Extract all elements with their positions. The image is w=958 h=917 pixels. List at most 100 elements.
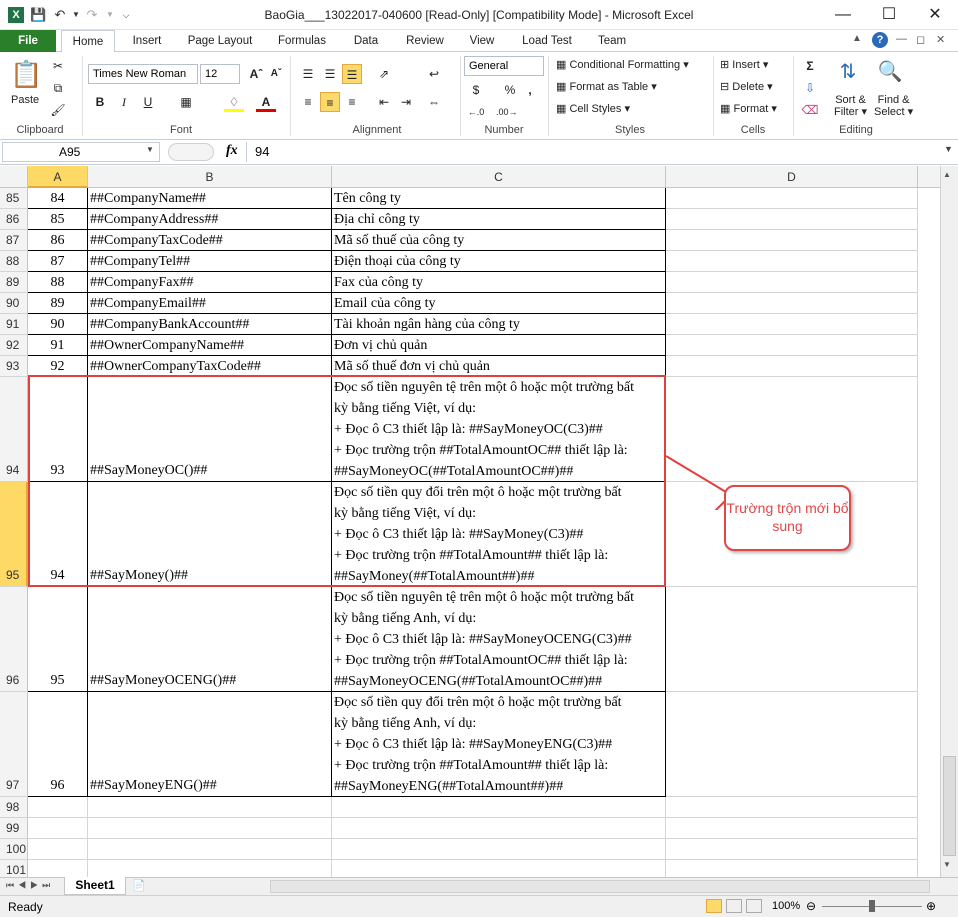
- row-header[interactable]: 99: [0, 818, 28, 839]
- tab-load-test[interactable]: Load Test: [512, 30, 582, 52]
- fill-color-icon[interactable]: ♢: [224, 92, 244, 112]
- tab-formulas[interactable]: Formulas: [270, 30, 334, 52]
- font-color-icon[interactable]: A: [256, 92, 276, 112]
- cell-a[interactable]: [28, 797, 88, 818]
- cell-c[interactable]: [332, 860, 666, 877]
- wrap-text-icon[interactable]: ↩: [424, 64, 444, 84]
- percent-button[interactable]: %: [500, 80, 520, 100]
- align-bottom-icon[interactable]: ☰: [342, 64, 362, 84]
- row-header[interactable]: 89: [0, 272, 28, 293]
- cell-d[interactable]: [666, 860, 918, 877]
- workbook-restore-icon[interactable]: ◻: [916, 33, 925, 46]
- name-box[interactable]: A95: [2, 142, 160, 162]
- cell-a[interactable]: 96: [28, 692, 88, 797]
- delete-cells-button[interactable]: ⊟ Delete ▾: [720, 80, 773, 93]
- cell-b[interactable]: [88, 797, 332, 818]
- cell-a[interactable]: 85: [28, 209, 88, 230]
- column-header-a[interactable]: A: [28, 166, 88, 188]
- cell-b[interactable]: ##CompanyTel##: [88, 251, 332, 272]
- row-header[interactable]: 100: [0, 839, 28, 860]
- horizontal-scrollbar[interactable]: [270, 880, 930, 893]
- cell-b[interactable]: [88, 860, 332, 877]
- zoom-slider-thumb[interactable]: [869, 900, 875, 912]
- tab-home[interactable]: Home: [61, 30, 115, 53]
- cell-b[interactable]: [88, 818, 332, 839]
- cell-a[interactable]: 88: [28, 272, 88, 293]
- underline-icon[interactable]: U: [138, 92, 158, 112]
- cell-d[interactable]: [666, 230, 918, 251]
- cell-c[interactable]: Đọc số tiền nguyên tệ trên một ô hoặc mộ…: [332, 377, 666, 482]
- sort-filter-button[interactable]: Sort & Filter ▾: [834, 94, 867, 118]
- cell-d[interactable]: [666, 251, 918, 272]
- row-header[interactable]: 95: [0, 482, 28, 587]
- insert-function-icon[interactable]: fx: [226, 143, 238, 159]
- cell-d[interactable]: [666, 818, 918, 839]
- insert-cells-button[interactable]: ⊞ Insert ▾: [720, 58, 768, 71]
- cell-d[interactable]: [666, 356, 918, 377]
- cell-d[interactable]: [666, 692, 918, 797]
- cell-a[interactable]: 90: [28, 314, 88, 335]
- tab-team[interactable]: Team: [590, 30, 634, 52]
- collapse-ribbon-icon[interactable]: ▲: [852, 33, 866, 49]
- scroll-thumb[interactable]: [943, 756, 956, 856]
- number-format-select[interactable]: General: [464, 56, 544, 76]
- tab-file[interactable]: File: [0, 30, 56, 52]
- align-right-icon[interactable]: ≡: [342, 92, 362, 112]
- row-header[interactable]: 97: [0, 692, 28, 797]
- cell-d[interactable]: [666, 839, 918, 860]
- cell-b[interactable]: ##CompanyTaxCode##: [88, 230, 332, 251]
- cell-b[interactable]: ##CompanyFax##: [88, 272, 332, 293]
- format-painter-icon[interactable]: 🖌: [48, 100, 68, 120]
- tab-review[interactable]: Review: [398, 30, 452, 52]
- cell-a[interactable]: 94: [28, 482, 88, 587]
- cell-d[interactable]: [666, 797, 918, 818]
- cell-b[interactable]: ##SayMoneyENG()##: [88, 692, 332, 797]
- paste-icon[interactable]: 📋: [10, 58, 42, 90]
- merge-center-icon[interactable]: ⇔: [424, 92, 444, 112]
- cell-d[interactable]: [666, 209, 918, 230]
- workbook-close-icon[interactable]: ✕: [936, 33, 945, 46]
- scroll-up-icon[interactable]: ▲: [943, 170, 951, 179]
- cell-b[interactable]: ##SayMoneyOCENG()##: [88, 587, 332, 692]
- column-header-c[interactable]: C: [332, 166, 666, 188]
- increase-decimal-icon[interactable]: ←.0: [466, 102, 486, 122]
- grow-font-icon[interactable]: Aˆ: [246, 64, 266, 84]
- cell-d[interactable]: [666, 587, 918, 692]
- cell-b[interactable]: ##OwnerCompanyName##: [88, 335, 332, 356]
- column-header-d[interactable]: D: [666, 166, 918, 188]
- cell-c[interactable]: Fax của công ty: [332, 272, 666, 293]
- row-header[interactable]: 91: [0, 314, 28, 335]
- cell-b[interactable]: ##SayMoneyOC()##: [88, 377, 332, 482]
- cell-b[interactable]: ##CompanyAddress##: [88, 209, 332, 230]
- cell-a[interactable]: 87: [28, 251, 88, 272]
- cell-b[interactable]: ##OwnerCompanyTaxCode##: [88, 356, 332, 377]
- cell-a[interactable]: 84: [28, 188, 88, 209]
- formula-splitter[interactable]: [168, 143, 214, 161]
- cell-a[interactable]: [28, 860, 88, 877]
- cell-c[interactable]: Mã số thuế của công ty: [332, 230, 666, 251]
- cell-d[interactable]: [666, 335, 918, 356]
- cell-a[interactable]: 92: [28, 356, 88, 377]
- cell-a[interactable]: 89: [28, 293, 88, 314]
- cell-c[interactable]: Mã số thuế đơn vị chủ quản: [332, 356, 666, 377]
- fill-icon[interactable]: ⇩: [800, 78, 820, 98]
- cell-b[interactable]: ##SayMoney()##: [88, 482, 332, 587]
- zoom-level[interactable]: 100%: [772, 900, 800, 912]
- cell-a[interactable]: [28, 818, 88, 839]
- bold-icon[interactable]: B: [90, 92, 110, 112]
- row-header[interactable]: 88: [0, 251, 28, 272]
- select-all-button[interactable]: [0, 166, 28, 188]
- scroll-down-icon[interactable]: ▼: [943, 860, 951, 869]
- cell-c[interactable]: Đọc số tiền nguyên tệ trên một ô hoặc mộ…: [332, 587, 666, 692]
- cell-a[interactable]: 91: [28, 335, 88, 356]
- cell-d[interactable]: [666, 293, 918, 314]
- row-header[interactable]: 90: [0, 293, 28, 314]
- cell-c[interactable]: [332, 839, 666, 860]
- row-header[interactable]: 96: [0, 587, 28, 692]
- normal-view-icon[interactable]: [706, 899, 722, 913]
- borders-icon[interactable]: ▦: [176, 92, 196, 112]
- row-header[interactable]: 101: [0, 860, 28, 877]
- cell-b[interactable]: ##CompanyBankAccount##: [88, 314, 332, 335]
- row-header[interactable]: 94: [0, 377, 28, 482]
- format-as-table-button[interactable]: ▦ Format as Table ▾: [556, 80, 657, 93]
